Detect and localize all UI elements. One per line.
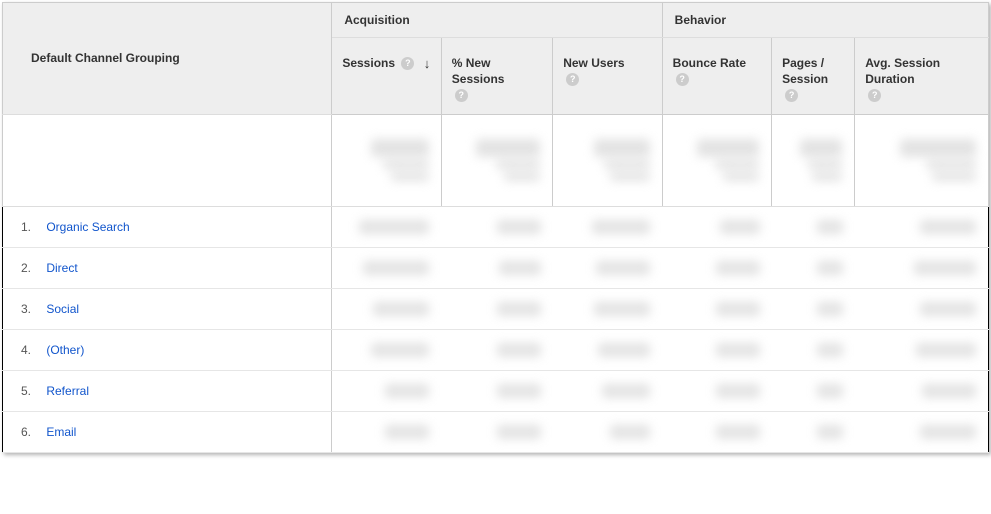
cell-new-users xyxy=(553,288,662,329)
cell-sessions xyxy=(332,329,441,370)
cell-avgdur xyxy=(855,370,989,411)
help-icon[interactable]: ? xyxy=(455,89,468,102)
dimension-header[interactable]: Default Channel Grouping xyxy=(3,3,332,115)
cell-bounce xyxy=(662,329,771,370)
cell-pages xyxy=(772,247,855,288)
cell-sessions xyxy=(332,370,441,411)
table-row: 2. Direct xyxy=(3,247,989,288)
table-body: 1. Organic Search 2. Direct 3. xyxy=(3,114,989,452)
group-acquisition-label: Acquisition xyxy=(344,13,409,27)
cell-pages xyxy=(772,206,855,247)
cell-sessions xyxy=(332,411,441,452)
row-number: 3. xyxy=(21,302,39,316)
table-row: 1. Organic Search xyxy=(3,206,989,247)
metric-header-pages-session[interactable]: Pages / Session ? xyxy=(772,38,855,115)
summary-cell-avgdur xyxy=(855,114,989,206)
dim-cell: 4. (Other) xyxy=(3,329,332,370)
cell-sessions xyxy=(332,247,441,288)
cell-avgdur xyxy=(855,411,989,452)
cell-avgdur xyxy=(855,206,989,247)
summary-cell-sessions xyxy=(332,114,441,206)
cell-pages xyxy=(772,411,855,452)
metric-header-new-users[interactable]: New Users ? xyxy=(553,38,662,115)
dim-cell: 6. Email xyxy=(3,411,332,452)
summary-cell-bounce xyxy=(662,114,771,206)
summary-cell-pages xyxy=(772,114,855,206)
help-icon[interactable]: ? xyxy=(566,73,579,86)
summary-cell-new-users xyxy=(553,114,662,206)
cell-sessions xyxy=(332,206,441,247)
summary-dim-cell xyxy=(3,114,332,206)
dim-cell: 1. Organic Search xyxy=(3,206,332,247)
cell-bounce xyxy=(662,247,771,288)
help-icon[interactable]: ? xyxy=(868,89,881,102)
cell-avgdur xyxy=(855,288,989,329)
row-number: 2. xyxy=(21,261,39,275)
metric-header-avg-session-duration[interactable]: Avg. Session Duration ? xyxy=(855,38,989,115)
cell-bounce xyxy=(662,411,771,452)
cell-bounce xyxy=(662,288,771,329)
channel-link-social[interactable]: Social xyxy=(46,302,79,316)
cell-pct-new xyxy=(441,247,552,288)
row-number: 4. xyxy=(21,343,39,357)
metric-sessions-label: Sessions xyxy=(342,56,395,72)
table-row: 4. (Other) xyxy=(3,329,989,370)
dim-cell: 2. Direct xyxy=(3,247,332,288)
row-number: 6. xyxy=(21,425,39,439)
channel-link-other[interactable]: (Other) xyxy=(46,343,84,357)
cell-pct-new xyxy=(441,370,552,411)
dim-cell: 5. Referral xyxy=(3,370,332,411)
group-behavior-label: Behavior xyxy=(675,13,726,27)
metric-header-sessions[interactable]: Sessions ? ↓ xyxy=(332,38,441,115)
table-row: 5. Referral xyxy=(3,370,989,411)
cell-pct-new xyxy=(441,288,552,329)
channel-link-email[interactable]: Email xyxy=(46,425,76,439)
metric-header-bounce-rate[interactable]: Bounce Rate ? xyxy=(662,38,771,115)
channel-report-table: Default Channel Grouping Acquisition Beh… xyxy=(2,2,989,453)
cell-bounce xyxy=(662,370,771,411)
help-icon[interactable]: ? xyxy=(401,57,414,70)
row-number: 5. xyxy=(21,384,39,398)
cell-bounce xyxy=(662,206,771,247)
summary-row xyxy=(3,114,989,206)
cell-pages xyxy=(772,329,855,370)
channel-link-direct[interactable]: Direct xyxy=(46,261,77,275)
metric-bounce-rate-label: Bounce Rate xyxy=(673,56,746,72)
cell-new-users xyxy=(553,247,662,288)
cell-new-users xyxy=(553,370,662,411)
header-group-row: Default Channel Grouping Acquisition Beh… xyxy=(3,3,989,38)
cell-new-users xyxy=(553,411,662,452)
group-acquisition: Acquisition xyxy=(332,3,662,38)
group-behavior: Behavior xyxy=(662,3,988,38)
cell-pct-new xyxy=(441,206,552,247)
cell-pages xyxy=(772,370,855,411)
table-row: 6. Email xyxy=(3,411,989,452)
channel-link-referral[interactable]: Referral xyxy=(46,384,89,398)
metric-new-users-label: New Users xyxy=(563,56,624,72)
cell-pct-new xyxy=(441,329,552,370)
cell-sessions xyxy=(332,288,441,329)
dimension-header-label: Default Channel Grouping xyxy=(31,51,180,65)
table-row: 3. Social xyxy=(3,288,989,329)
metric-pages-session-label: Pages / Session xyxy=(782,56,844,87)
help-icon[interactable]: ? xyxy=(676,73,689,86)
cell-pct-new xyxy=(441,411,552,452)
metric-avg-session-duration-label: Avg. Session Duration xyxy=(865,56,978,87)
sort-descending-icon: ↓ xyxy=(424,56,431,71)
cell-avgdur xyxy=(855,247,989,288)
row-number: 1. xyxy=(21,220,39,234)
channel-link-organic-search[interactable]: Organic Search xyxy=(46,220,129,234)
cell-avgdur xyxy=(855,329,989,370)
summary-cell-pct-new xyxy=(441,114,552,206)
cell-pages xyxy=(772,288,855,329)
cell-new-users xyxy=(553,329,662,370)
metric-header-pct-new-sessions[interactable]: % New Sessions ? xyxy=(441,38,552,115)
metric-pct-new-sessions-label: % New Sessions xyxy=(452,56,542,87)
dim-cell: 3. Social xyxy=(3,288,332,329)
cell-new-users xyxy=(553,206,662,247)
help-icon[interactable]: ? xyxy=(785,89,798,102)
